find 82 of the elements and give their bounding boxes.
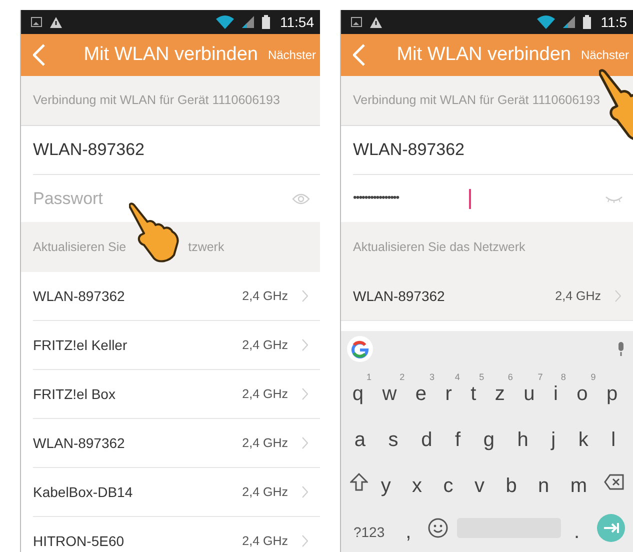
keyboard-key[interactable]: b [502, 464, 525, 500]
keyboard-key[interactable]: f [450, 418, 469, 454]
network-name: FRITZ!el Box [33, 384, 116, 404]
network-name: FRITZ!el Keller [33, 336, 128, 354]
enter-icon[interactable] [596, 514, 625, 542]
wifi-icon [536, 15, 555, 29]
keyboard-key[interactable]: c [439, 464, 462, 500]
network-name: HITRON-5E60 [33, 532, 124, 550]
image-icon [31, 17, 42, 27]
keyboard-key[interactable]: y [376, 464, 399, 500]
password-field[interactable]: Passwort [33, 186, 292, 212]
battery-icon [582, 15, 591, 29]
network-row[interactable]: FRITZ!el Box 2,4 GHz [33, 370, 320, 419]
warning-icon [50, 16, 62, 28]
chevron-icon [302, 388, 308, 400]
battery-icon [262, 15, 270, 29]
keyboard-key[interactable]: j [547, 418, 564, 454]
section-label: Aktualisieren Sie [33, 238, 126, 256]
keyboard-key[interactable]: x [408, 464, 430, 500]
section-label: tzwerk [188, 238, 224, 256]
google-icon[interactable] [347, 336, 373, 362]
text-cursor [469, 188, 471, 208]
keyboard-key[interactable]: d [417, 418, 440, 454]
band-label: 2,4 GHz [242, 532, 288, 550]
network-name: WLAN-897362 [353, 139, 465, 162]
header-title: Mit WLAN verbinden [396, 42, 571, 67]
keyboard-key[interactable]: s [384, 418, 406, 454]
keyboard-key[interactable]: a [350, 418, 374, 454]
network-row[interactable]: KabelBox-DB14 2,4 GHz [33, 468, 320, 517]
chevron-icon [615, 290, 621, 302]
image-icon [351, 17, 362, 27]
network-name: WLAN-897362 [33, 139, 145, 162]
network-name: KabelBox-DB14 [33, 482, 133, 502]
band-label: 2,4 GHz [242, 434, 288, 452]
network-row[interactable]: HITRON-5E60 2,4 GHz [33, 517, 320, 552]
band-label: 2,4 GHz [242, 336, 288, 354]
keyboard-key[interactable]: k [574, 418, 596, 454]
closed-eye-icon[interactable] [605, 194, 623, 202]
back-icon[interactable] [353, 44, 365, 66]
band-label: 2,4 GHz [555, 288, 601, 305]
network-row[interactable]: WLAN-897362 2,4 GHz [341, 272, 633, 321]
header-title: Mit WLAN verbinden [84, 42, 258, 67]
keyboard-key[interactable]: . [570, 510, 588, 546]
signal-icon [562, 16, 575, 28]
signal-icon [242, 16, 254, 28]
microphone-icon[interactable] [617, 342, 625, 356]
wifi-icon [216, 15, 234, 29]
back-icon[interactable] [33, 44, 45, 66]
device-info-text: Verbindung mit WLAN für Gerät 1110606193 [21, 76, 320, 126]
eye-icon[interactable] [292, 192, 310, 204]
keyboard-key[interactable]: m [566, 464, 596, 500]
network-row[interactable]: WLAN-897362 2,4 GHz [33, 272, 320, 321]
band-label: 2,4 GHz [242, 288, 288, 305]
pointing-hand-icon [129, 200, 179, 265]
keyboard-key[interactable]: n [534, 464, 558, 500]
keyboard-key[interactable]: l [607, 418, 624, 454]
warning-icon [370, 16, 382, 28]
network-name: WLAN-897362 [33, 286, 125, 306]
password-field[interactable]: •••••••••••••••• [353, 190, 469, 207]
symbols-key[interactable]: ?123 [349, 514, 393, 542]
chevron-icon [302, 486, 308, 498]
chevron-icon [302, 290, 308, 302]
keyboard-key[interactable]: p [602, 372, 626, 408]
backspace-icon[interactable] [604, 474, 624, 490]
shift-icon[interactable] [350, 473, 368, 491]
clock-time: 11:54 [280, 12, 314, 32]
network-row[interactable]: WLAN-897362 2,4 GHz [33, 419, 320, 468]
keyboard-key[interactable]: v [470, 464, 492, 500]
network-row[interactable]: FRITZ!el Keller 2,4 GHz [33, 321, 320, 370]
chevron-icon [302, 339, 308, 351]
keyboard-key[interactable]: h [513, 418, 536, 454]
band-label: 2,4 GHz [242, 386, 288, 403]
network-name: WLAN-897362 [353, 286, 445, 306]
chevron-icon [302, 535, 308, 547]
network-name: WLAN-897362 [33, 434, 125, 452]
chevron-icon [302, 437, 308, 449]
keyboard-key[interactable]: , [402, 510, 420, 546]
emoji-icon[interactable] [428, 518, 448, 538]
section-label: Aktualisieren Sie das Netzwerk [353, 238, 526, 256]
clock-time: 11:5 [600, 12, 627, 32]
band-label: 2,4 GHz [242, 484, 288, 501]
keyboard-key[interactable]: g [479, 418, 502, 454]
